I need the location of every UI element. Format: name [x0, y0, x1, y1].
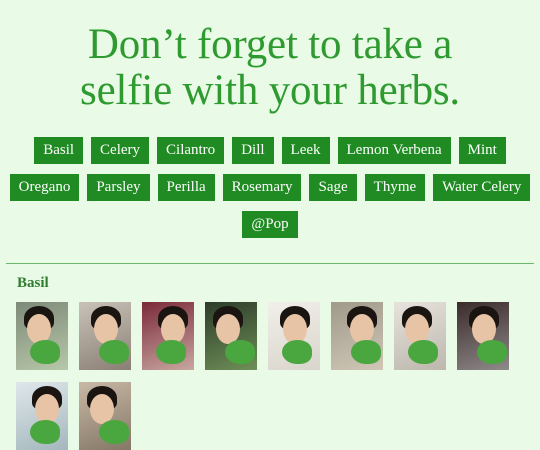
basil-leaves — [30, 420, 60, 444]
tag-row-3: @Pop — [12, 211, 528, 238]
tag-oregano[interactable]: Oregano — [9, 174, 80, 201]
tag-sage[interactable]: Sage — [309, 174, 357, 201]
basil-leaves — [351, 340, 381, 364]
tag-celery[interactable]: Celery — [91, 137, 150, 164]
tag-mint[interactable]: Mint — [458, 137, 506, 164]
selfie-photo[interactable] — [205, 302, 257, 370]
basil-leaves — [477, 340, 507, 364]
tag-lemon-verbena[interactable]: Lemon Verbena — [337, 137, 451, 164]
basil-leaves — [408, 340, 438, 364]
basil-leaves — [99, 340, 129, 364]
selfie-photo[interactable] — [268, 302, 320, 370]
page-headline: Don’t forget to take a selfie with your … — [0, 22, 540, 114]
basil-leaves — [156, 340, 186, 364]
tag-parsley[interactable]: Parsley — [87, 174, 150, 201]
selfie-photo[interactable] — [457, 302, 509, 370]
selfie-photo[interactable] — [79, 302, 131, 370]
selfie-photo[interactable] — [331, 302, 383, 370]
basil-leaves — [225, 340, 255, 364]
tag-row-1: Basil Celery Cilantro Dill Leek Lemon Ve… — [12, 137, 528, 164]
selfie-photo[interactable] — [142, 302, 194, 370]
tag-water-celery[interactable]: Water Celery — [433, 174, 531, 201]
tag-leek[interactable]: Leek — [281, 137, 330, 164]
selfie-photo[interactable] — [16, 302, 68, 370]
section-title: Basil — [17, 275, 49, 291]
headline-line-1: Don’t forget to take a — [87, 21, 453, 68]
tag-pop[interactable]: @Pop — [242, 211, 298, 238]
headline-line-2: selfie with your herbs. — [80, 67, 460, 114]
tag-basil[interactable]: Basil — [34, 137, 84, 164]
basil-leaves — [99, 420, 129, 444]
tag-perilla[interactable]: Perilla — [157, 174, 215, 201]
tag-thyme[interactable]: Thyme — [364, 174, 426, 201]
selfie-photo[interactable] — [79, 382, 131, 450]
herb-tag-list: Basil Celery Cilantro Dill Leek Lemon Ve… — [9, 137, 531, 248]
basil-leaves — [30, 340, 60, 364]
basil-leaves — [282, 340, 312, 364]
selfie-photo[interactable] — [394, 302, 446, 370]
tag-dill[interactable]: Dill — [232, 137, 274, 164]
tag-cilantro[interactable]: Cilantro — [157, 137, 225, 164]
tag-row-2: Oregano Parsley Perilla Rosemary Sage Th… — [9, 174, 531, 201]
section-divider — [6, 263, 534, 264]
tag-rosemary[interactable]: Rosemary — [222, 174, 302, 201]
selfie-photo[interactable] — [16, 382, 68, 450]
